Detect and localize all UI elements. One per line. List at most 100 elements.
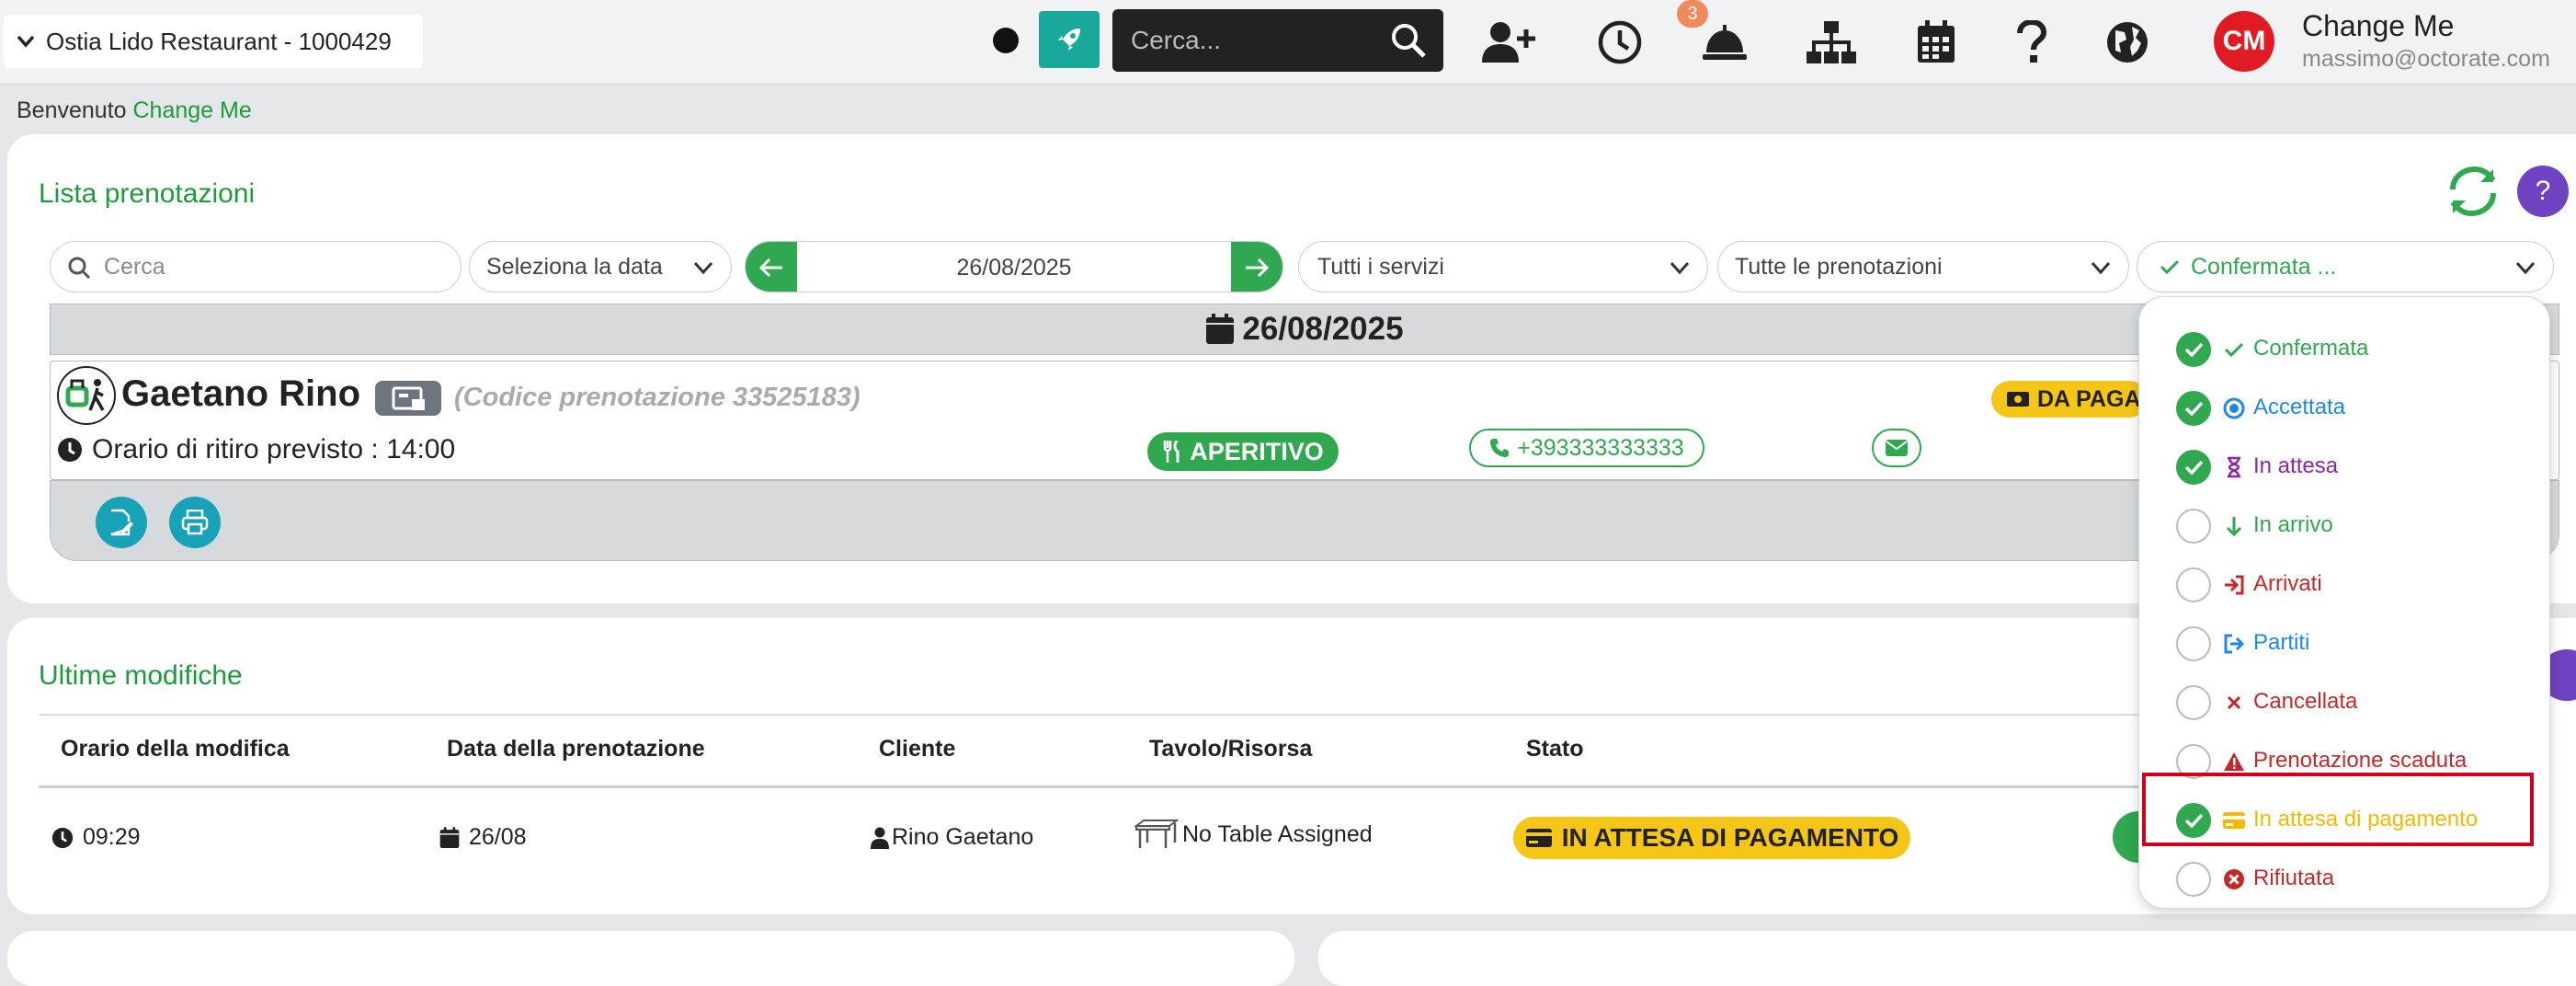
hourglass-icon bbox=[2222, 455, 2246, 479]
client: Rino Gaetano bbox=[870, 824, 1033, 851]
bottom-card-right bbox=[1318, 931, 2576, 986]
status-dot[interactable] bbox=[993, 28, 1019, 53]
user-email: massimo@octorate.com bbox=[2302, 46, 2550, 72]
day-header-date: 26/08/2025 bbox=[1242, 311, 1404, 347]
global-search[interactable] bbox=[1112, 9, 1443, 72]
email-button[interactable] bbox=[1872, 429, 1921, 467]
bookings-select-label: Tutte le prenotazioni bbox=[1735, 253, 1943, 280]
sitemap-icon[interactable] bbox=[1804, 15, 1859, 70]
times-circle-icon bbox=[2222, 867, 2246, 891]
date-select[interactable]: Seleziona la data bbox=[469, 241, 732, 292]
status-option-label: Arrivati bbox=[2253, 571, 2322, 596]
welcome-prefix: Benvenuto bbox=[17, 97, 127, 123]
utensils-icon bbox=[1163, 441, 1180, 463]
status-checkbox[interactable] bbox=[2176, 862, 2211, 897]
status-option[interactable]: In arrivo bbox=[2139, 498, 2551, 553]
takeaway-icon bbox=[57, 366, 116, 425]
refresh-icon[interactable] bbox=[2445, 166, 2501, 217]
chevron-down-icon bbox=[2515, 261, 2536, 275]
status-option-label: Prenotazione scaduta bbox=[2253, 748, 2468, 773]
reservation-code: (Codice prenotazione 33525183) bbox=[454, 383, 861, 412]
booking-date: 26/08 bbox=[439, 824, 527, 851]
help-button[interactable]: ? bbox=[2517, 166, 2569, 217]
status-option[interactable]: Cancellata bbox=[2139, 674, 2551, 729]
reservation-search[interactable]: Cerca bbox=[50, 241, 462, 292]
clock-icon[interactable] bbox=[1592, 15, 1647, 70]
chevron-down-icon bbox=[1670, 261, 1690, 275]
search-icon[interactable] bbox=[1390, 22, 1427, 59]
arrow-right-icon bbox=[1246, 258, 1270, 278]
times-icon bbox=[2222, 691, 2246, 715]
credit-card-icon bbox=[1525, 829, 1552, 847]
service-bell-icon[interactable] bbox=[1697, 15, 1752, 70]
modified-time: 09:29 bbox=[51, 824, 141, 851]
phone-button[interactable]: +393333333333 bbox=[1469, 429, 1704, 467]
status-option-label: Cancellata bbox=[2253, 689, 2358, 714]
status-option[interactable]: Partiti bbox=[2139, 615, 2551, 671]
column-header: Data della prenotazione bbox=[447, 736, 705, 762]
status-option[interactable]: Confermata bbox=[2139, 321, 2551, 376]
pickup-time-text: Orario di ritiro previsto : 14:00 bbox=[92, 434, 456, 464]
date-select-label: Seleziona la data bbox=[486, 253, 663, 280]
status-option[interactable]: In attesa bbox=[2139, 439, 2551, 494]
highlight-box bbox=[2142, 773, 2534, 846]
current-date[interactable]: 26/08/2025 bbox=[797, 242, 1231, 292]
clock-icon bbox=[51, 827, 74, 848]
envelope-icon bbox=[1886, 440, 1908, 456]
sign-out-icon bbox=[2222, 632, 2246, 656]
search-icon bbox=[68, 257, 91, 280]
table-icon bbox=[1134, 820, 1179, 848]
status-checkbox[interactable] bbox=[2176, 626, 2211, 661]
rocket-button[interactable] bbox=[1039, 11, 1100, 68]
status-option[interactable]: Arrivati bbox=[2139, 556, 2551, 612]
status-checkbox[interactable] bbox=[2176, 509, 2211, 544]
table-resource: No Table Assigned bbox=[1134, 819, 1373, 850]
modified-time-text: 09:29 bbox=[83, 824, 141, 850]
clock-icon bbox=[58, 438, 82, 462]
status-option-label: Partiti bbox=[2253, 630, 2310, 655]
status-checkbox[interactable] bbox=[2176, 685, 2211, 720]
welcome-text: Benvenuto Change Me bbox=[17, 97, 252, 124]
status-checkbox[interactable] bbox=[2176, 450, 2211, 485]
status-option[interactable]: Accettata bbox=[2139, 380, 2551, 435]
phone-number: +393333333333 bbox=[1517, 434, 1684, 461]
service-badge: APERITIVO bbox=[1147, 432, 1339, 471]
status-checkbox[interactable] bbox=[2176, 391, 2211, 426]
sign-in-icon bbox=[2222, 573, 2246, 597]
print-button[interactable] bbox=[169, 497, 221, 548]
status-checkbox[interactable] bbox=[2176, 332, 2211, 367]
status-badge-label: IN ATTESA DI PAGAMENTO bbox=[1561, 823, 1899, 852]
service-badge-label: APERITIVO bbox=[1190, 437, 1324, 465]
column-header: Cliente bbox=[879, 736, 956, 762]
add-user-icon[interactable] bbox=[1482, 15, 1537, 70]
user-name[interactable]: Change Me bbox=[2302, 9, 2454, 43]
reservation-search-placeholder: Cerca bbox=[104, 253, 165, 280]
edit-button[interactable] bbox=[96, 497, 147, 548]
client-name[interactable]: Rino Gaetano bbox=[892, 824, 1033, 851]
prev-date-button[interactable] bbox=[746, 242, 797, 292]
status-option[interactable]: Rifiutata bbox=[2139, 851, 2551, 906]
arrow-left-icon bbox=[758, 258, 782, 278]
reservations-title: Lista prenotazioni bbox=[39, 178, 256, 209]
user-icon bbox=[871, 827, 889, 849]
status-checkbox[interactable] bbox=[2176, 568, 2211, 602]
help-icon[interactable] bbox=[2004, 15, 2059, 70]
avatar[interactable]: CM bbox=[2214, 11, 2274, 72]
globe-icon[interactable] bbox=[2100, 15, 2155, 70]
restaurant-selector[interactable]: Ostia Lido Restaurant - 1000429 bbox=[4, 15, 423, 68]
welcome-user-link[interactable]: Change Me bbox=[133, 97, 252, 123]
printer-icon bbox=[181, 510, 209, 535]
bookings-select[interactable]: Tutte le prenotazioni bbox=[1717, 241, 2129, 292]
chevron-down-icon bbox=[2091, 261, 2111, 275]
calendar-icon[interactable] bbox=[1909, 15, 1964, 70]
guest-name[interactable]: Gaetano Rino bbox=[121, 373, 360, 415]
next-date-button[interactable] bbox=[1231, 242, 1282, 292]
chevron-down-icon bbox=[693, 261, 713, 275]
global-search-input[interactable] bbox=[1131, 26, 1379, 55]
services-select[interactable]: Tutti i servizi bbox=[1298, 241, 1708, 292]
status-option-label: In attesa bbox=[2253, 453, 2339, 478]
column-header: Tavolo/Risorsa bbox=[1149, 736, 1313, 762]
calendar-icon bbox=[1206, 314, 1235, 344]
edit-file-icon bbox=[110, 509, 133, 536]
status-filter-select[interactable]: Confermata ... bbox=[2137, 241, 2554, 292]
